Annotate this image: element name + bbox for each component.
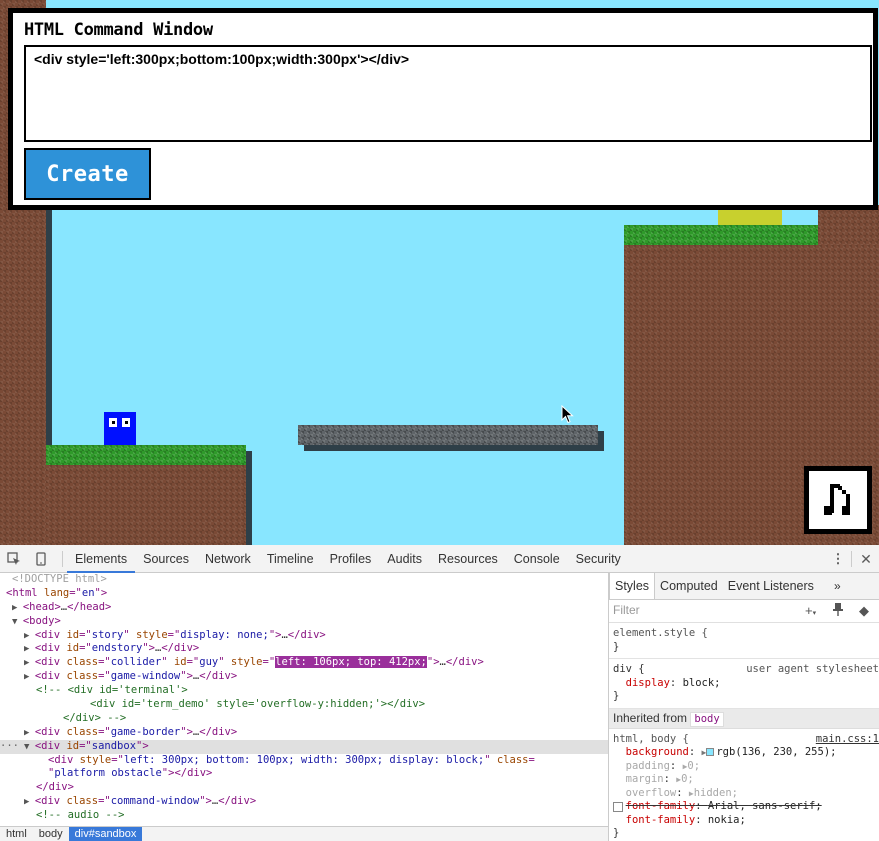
tab-elements[interactable]: Elements: [67, 545, 136, 573]
dom-tree: <!DOCTYPE html> <html lang="en"> ▶ <head…: [0, 573, 608, 826]
inherited-from-header: Inherited from body: [609, 708, 879, 729]
styles-filter-input[interactable]: [613, 603, 783, 617]
dom-node-sandbox-close[interactable]: </div>: [0, 781, 608, 795]
left-wall-shadow: [46, 205, 52, 445]
dom-node-story[interactable]: ▶ <div id="story" style="display: none;"…: [0, 629, 608, 643]
tab-styles[interactable]: Styles: [609, 573, 656, 599]
pin-icon[interactable]: [833, 603, 843, 619]
devtools-tabs: Elements Sources Network Timeline Profil…: [67, 545, 629, 573]
dom-node-platform-cont[interactable]: "platform obstacle"></div>: [0, 767, 608, 781]
new-style-rule-icon[interactable]: +▾: [805, 603, 816, 618]
stone-platform: [298, 425, 598, 445]
div-selector: div {: [613, 663, 645, 675]
devtools-toolbar: Elements Sources Network Timeline Profil…: [0, 545, 879, 573]
music-toggle-button[interactable]: [804, 466, 872, 534]
right-edge-dirt: [818, 205, 879, 245]
div-ua-rule[interactable]: div {user agent stylesheet display: bloc…: [609, 659, 879, 709]
tab-audits[interactable]: Audits: [379, 545, 430, 573]
tab-network[interactable]: Network: [197, 545, 259, 573]
html-command-input[interactable]: [24, 45, 872, 142]
dom-node-guy[interactable]: ▶ <div class="collider" id="guy" style="…: [0, 656, 608, 670]
tab-sources[interactable]: Sources: [135, 545, 197, 573]
player-left-eye: [109, 418, 117, 427]
dom-node-game-window[interactable]: ▶ <div class="game-window">…</div>: [0, 670, 608, 684]
filter-row: +▾ ◆: [609, 600, 879, 623]
tab-timeline[interactable]: Timeline: [259, 545, 322, 573]
close-devtools-icon[interactable]: ✕: [858, 551, 874, 567]
highlighted-style-value: left: 106px; top: 412px;: [275, 656, 427, 669]
devtools-panel: Elements Sources Network Timeline Profil…: [0, 545, 879, 841]
dom-node-doctype[interactable]: <!DOCTYPE html>: [0, 573, 608, 587]
tab-security[interactable]: Security: [568, 545, 629, 573]
dom-comment-terminal[interactable]: <!-- <div id='terminal'>: [0, 684, 608, 698]
dom-node-command-window[interactable]: ▶ <div class="command-window">…</div>: [0, 795, 608, 809]
tab-profiles[interactable]: Profiles: [322, 545, 380, 573]
dom-node-body[interactable]: ▼ <body>: [0, 615, 608, 629]
player-right-eye: [122, 418, 130, 427]
dom-node-head[interactable]: ▶ <head>…</head>: [0, 601, 608, 615]
dom-comment-audio[interactable]: <!-- audio -->: [0, 809, 608, 823]
mouse-pointer-icon: [561, 405, 574, 424]
tab-console[interactable]: Console: [506, 545, 568, 573]
breadcrumb-body[interactable]: body: [33, 827, 69, 841]
tab-resources[interactable]: Resources: [430, 545, 506, 573]
property-checkbox[interactable]: [613, 802, 623, 812]
left-ground: [46, 465, 246, 545]
tab-computed[interactable]: Computed: [655, 573, 723, 599]
tab-event-listeners[interactable]: Event Listeners: [723, 573, 819, 599]
left-ground-shadow: [246, 451, 252, 545]
create-button[interactable]: Create: [24, 148, 151, 200]
dom-node-endstory[interactable]: ▶ <div id="endstory">…</div>: [0, 642, 608, 656]
device-mode-icon[interactable]: [33, 551, 49, 567]
color-swatch[interactable]: [706, 748, 715, 756]
toolbar-divider: [851, 551, 852, 567]
dom-comment-end[interactable]: </div> -->: [0, 712, 608, 726]
toolbar-divider: [62, 551, 63, 567]
music-note-icon: [809, 471, 867, 529]
breadcrumb-html[interactable]: html: [0, 827, 33, 841]
command-window-title: HTML Command Window: [24, 20, 213, 40]
toggle-color-format-icon[interactable]: ◆: [859, 603, 869, 619]
command-window: HTML Command Window Create: [8, 8, 878, 210]
breadcrumb: html body div#sandbox: [0, 826, 608, 841]
dom-node-platform[interactable]: <div style="left: 300px; bottom: 100px; …: [0, 754, 608, 768]
sidebar-tabs: Styles Computed Event Listeners »: [609, 573, 879, 600]
inspect-element-icon[interactable]: [6, 551, 22, 567]
right-cliff-grass: [624, 225, 818, 245]
more-tabs-icon[interactable]: »: [834, 573, 841, 600]
breadcrumb-div-sandbox[interactable]: div#sandbox: [68, 827, 143, 841]
main-css-link[interactable]: main.css:1: [816, 733, 879, 747]
dom-node-sandbox[interactable]: ··· ▼ <div id="sandbox">: [0, 739, 608, 754]
ua-stylesheet-label: user agent stylesheet: [746, 663, 879, 675]
element-style-rule[interactable]: element.style { }: [609, 623, 879, 659]
player-character: [104, 412, 136, 445]
body-rule[interactable]: html, body {main.css:1 background: ▶ rgb(…: [609, 729, 879, 841]
more-options-icon[interactable]: ⋮: [830, 551, 846, 567]
selected-node-dots: ···: [0, 739, 19, 752]
dom-node-game-border[interactable]: ▶ <div class="game-border">…</div>: [0, 726, 608, 740]
inherited-body-link[interactable]: body: [690, 711, 724, 727]
dom-node-html[interactable]: <html lang="en">: [0, 587, 608, 601]
left-ground-grass: [46, 445, 246, 465]
dom-comment-term-demo[interactable]: <div id='term_demo' style='overflow-y:hi…: [0, 698, 608, 712]
styles-sidebar: Styles Computed Event Listeners » +▾ ◆ e…: [608, 573, 879, 841]
